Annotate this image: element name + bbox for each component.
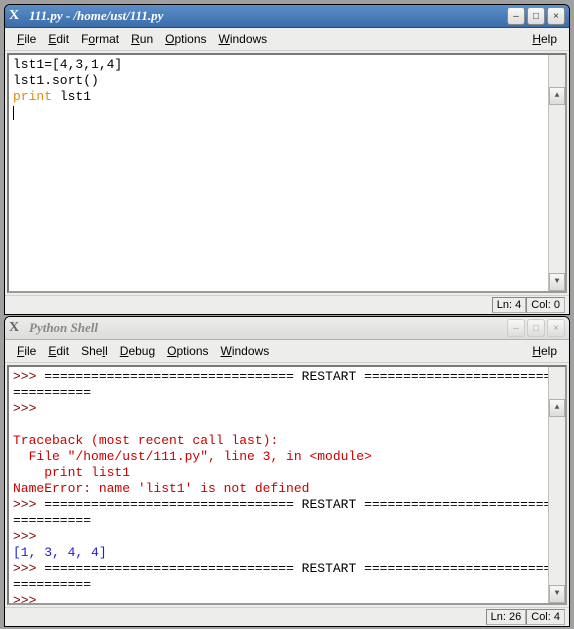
code-line-3-rest: lst1 (52, 89, 91, 104)
menu-file[interactable]: File (11, 30, 42, 48)
status-line: Ln: 4 (492, 297, 526, 313)
menu-run[interactable]: Run (125, 30, 159, 48)
menu-shell[interactable]: Shell (75, 342, 114, 360)
restart-banner: ================================ RESTART… (44, 369, 551, 384)
shell-prompt: >>> (13, 529, 44, 544)
shell-prompt: >>> (13, 593, 44, 605)
restart-banner-cont: ========== (13, 385, 91, 400)
menu-help[interactable]: Help (526, 30, 563, 48)
text-cursor (13, 106, 14, 120)
shell-prompt: >>> (13, 497, 44, 512)
keyword-print: print (13, 89, 52, 104)
code-line-1: lst1=[4,3,1,4] (13, 57, 122, 72)
shell-scrollbar[interactable]: ▲ ▼ (548, 367, 565, 603)
window-controls: – □ × (507, 319, 565, 337)
minimize-button[interactable]: – (507, 319, 525, 337)
scroll-down-icon[interactable]: ▼ (549, 585, 565, 603)
maximize-button[interactable]: □ (527, 319, 545, 337)
editor-statusbar: Ln: 4Col: 0 (5, 295, 569, 314)
shell-prompt: >>> (13, 561, 44, 576)
app-icon: X (9, 321, 23, 335)
restart-banner-cont: ========== (13, 577, 91, 592)
shell-output[interactable]: >>> ================================ RES… (7, 365, 567, 605)
shell-menubar: File Edit Shell Debug Options Windows He… (5, 340, 569, 363)
editor-scrollbar[interactable]: ▲ ▼ (548, 55, 565, 291)
menu-format[interactable]: Format (75, 30, 125, 48)
app-icon: X (9, 9, 23, 23)
menu-edit[interactable]: Edit (42, 30, 75, 48)
close-button[interactable]: × (547, 7, 565, 25)
window-controls: – □ × (507, 7, 565, 25)
shell-prompt: >>> (13, 401, 44, 416)
menu-windows[interactable]: Windows (213, 30, 274, 48)
menu-windows[interactable]: Windows (215, 342, 276, 360)
shell-statusbar: Ln: 26Col: 4 (5, 607, 569, 626)
traceback-line: NameError: name 'list1' is not defined (13, 481, 309, 496)
maximize-button[interactable]: □ (527, 7, 545, 25)
restart-banner: ================================ RESTART… (44, 497, 551, 512)
menu-options[interactable]: Options (159, 30, 212, 48)
menu-help[interactable]: Help (526, 342, 563, 360)
traceback-line: print list1 (13, 465, 130, 480)
status-col: Col: 0 (526, 297, 565, 313)
menu-edit[interactable]: Edit (42, 342, 75, 360)
editor-window: X 111.py - /home/ust/111.py – □ × File E… (4, 4, 570, 315)
code-editor[interactable]: lst1=[4,3,1,4] lst1.sort() print lst1 ▲ … (7, 53, 567, 293)
editor-menubar: File Edit Format Run Options Windows Hel… (5, 28, 569, 51)
menu-options[interactable]: Options (161, 342, 214, 360)
restart-banner: ================================ RESTART… (44, 561, 551, 576)
shell-window: X Python Shell – □ × File Edit Shell Deb… (4, 316, 570, 627)
traceback-line: Traceback (most recent call last): (13, 433, 278, 448)
code-line-2: lst1.sort() (13, 73, 99, 88)
restart-banner-cont: ========== (13, 513, 91, 528)
menu-debug[interactable]: Debug (114, 342, 161, 360)
menu-file[interactable]: File (11, 342, 42, 360)
shell-output-line: [1, 3, 4, 4] (13, 545, 107, 560)
minimize-button[interactable]: – (507, 7, 525, 25)
editor-title: 111.py - /home/ust/111.py (29, 8, 507, 24)
status-col: Col: 4 (526, 609, 565, 625)
scroll-track[interactable] (549, 383, 565, 587)
traceback-line: File "/home/ust/111.py", line 3, in <mod… (13, 449, 372, 464)
scroll-down-icon[interactable]: ▼ (549, 273, 565, 291)
shell-title: Python Shell (29, 320, 507, 336)
editor-titlebar[interactable]: X 111.py - /home/ust/111.py – □ × (5, 5, 569, 28)
status-line: Ln: 26 (486, 609, 527, 625)
shell-titlebar[interactable]: X Python Shell – □ × (5, 317, 569, 340)
shell-prompt: >>> (13, 369, 44, 384)
close-button[interactable]: × (547, 319, 565, 337)
scroll-track[interactable] (549, 71, 565, 275)
